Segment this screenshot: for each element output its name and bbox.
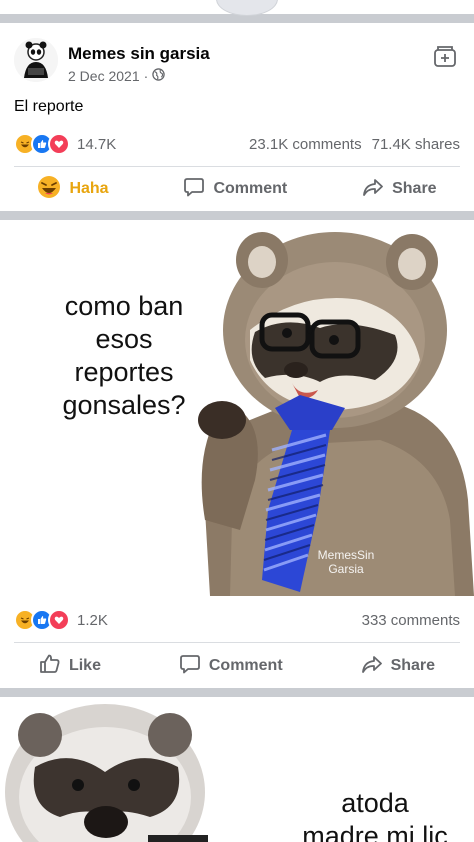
share-button[interactable]: Share <box>362 176 437 203</box>
meme-caption: atoda madre mi lic <box>302 788 448 842</box>
post-actions: Haha Comment Share <box>0 169 474 209</box>
love-icon <box>48 133 70 155</box>
post-divider-top <box>0 14 474 23</box>
page-name[interactable]: Memes sin garsia <box>68 44 210 64</box>
watermark: MemesSin Garsia <box>317 548 375 576</box>
comment-label: Comment <box>213 180 288 197</box>
separator <box>14 166 460 167</box>
post-date[interactable]: 2 Dec 2021 <box>68 68 140 84</box>
love-icon <box>48 609 70 631</box>
comments-count[interactable]: 23.1K comments <box>249 136 362 153</box>
haha-label: Haha <box>69 180 109 197</box>
thumbs-up-icon <box>39 653 61 680</box>
save-icon[interactable] <box>432 44 458 70</box>
reaction-count: 14.7K <box>77 135 117 153</box>
post-caption: El reporte <box>14 98 84 115</box>
haha-icon <box>37 175 61 204</box>
reactions-summary[interactable]: 1.2K 333 comments <box>14 608 460 632</box>
post-meta: 2 Dec 2021 · <box>68 68 166 84</box>
meme-caption: como ban esos reportes gonsales? <box>62 291 186 420</box>
post-actions: Like Comment Share <box>0 646 474 686</box>
meta-separator: · <box>143 68 149 84</box>
post-divider <box>0 688 474 697</box>
haha-button[interactable]: Haha <box>37 175 109 204</box>
separator <box>14 642 460 643</box>
meme-image[interactable]: atoda madre mi lic <box>0 697 474 842</box>
share-icon <box>361 653 383 680</box>
share-label: Share <box>390 657 436 674</box>
comment-icon <box>179 653 201 680</box>
reaction-count: 1.2K <box>77 611 108 629</box>
post-divider <box>0 211 474 220</box>
shares-count[interactable]: 71.4K shares <box>372 136 460 153</box>
post-header: Memes sin garsia 2 Dec 2021 · <box>0 24 474 94</box>
like-button[interactable]: Like <box>39 653 101 680</box>
avatar[interactable] <box>14 38 58 82</box>
comment-label: Comment <box>208 657 283 674</box>
share-icon <box>362 176 384 203</box>
comment-button[interactable]: Comment <box>183 176 287 203</box>
share-label: Share <box>392 180 437 197</box>
meme-image[interactable]: como ban esos reportes gonsales? MemesSi… <box>0 220 474 596</box>
reactions-summary[interactable]: 14.7K 23.1K comments 71.4K shares <box>14 132 460 156</box>
comment-icon <box>183 176 205 203</box>
comment-button[interactable]: Comment <box>179 653 283 680</box>
share-button[interactable]: Share <box>361 653 435 680</box>
comments-count[interactable]: 333 comments <box>362 612 460 629</box>
globe-icon <box>152 68 166 84</box>
like-label: Like <box>68 657 101 674</box>
